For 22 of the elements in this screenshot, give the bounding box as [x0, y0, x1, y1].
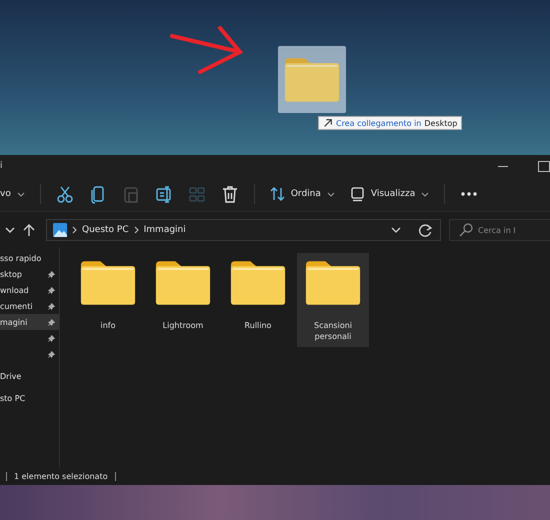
folder-item[interactable]: Lightroom [147, 253, 219, 336]
breadcrumb[interactable]: Questo PC [82, 225, 129, 235]
sort-button[interactable]: Ordina [270, 186, 335, 202]
search-field[interactable]: Cerca in I [449, 219, 550, 241]
breadcrumb[interactable]: Immagini [144, 225, 186, 235]
tooltip-target: Desktop [424, 118, 458, 128]
sidebar-item[interactable]: sso rapido [0, 250, 59, 266]
tooltip-action: Crea collegamento in [336, 118, 422, 128]
sidebar-item[interactable]: wnload [0, 282, 59, 298]
sidebar-item[interactable]: magini [0, 314, 59, 330]
folder-item[interactable]: info [72, 253, 144, 336]
sidebar-item[interactable]: Drive [0, 368, 59, 384]
sidebar-item[interactable]: sto PC [0, 390, 59, 406]
folder-item[interactable]: Rullino [222, 253, 294, 336]
new-button[interactable]: vo [0, 189, 25, 199]
sidebar-item[interactable]: cumenti [0, 298, 59, 314]
window-title: i [0, 161, 3, 171]
view-button[interactable]: Visualizza [350, 186, 430, 202]
selection-count: 1 elemento selezionato [6, 472, 116, 480]
folder-item[interactable]: Scansioni personali [297, 253, 369, 347]
sidebar-item[interactable]: sktop [0, 266, 59, 282]
address-bar[interactable]: Questo PC Immagini [46, 219, 441, 241]
